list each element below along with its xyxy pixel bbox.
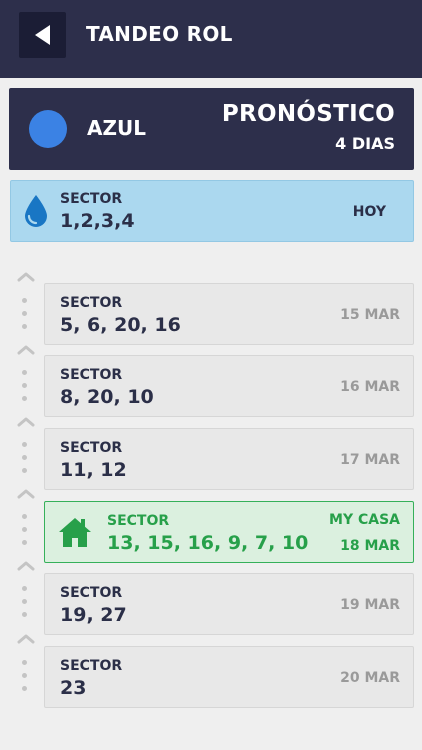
schedule-date: 16 MAR [340,379,400,395]
page-title: TANDEO ROL [86,22,233,46]
timeline-dots [22,514,28,553]
today-card[interactable]: SECTOR 1,2,3,4 HOY [10,180,414,242]
schedule-date: 17 MAR [340,452,400,468]
chevron-up-icon [17,634,35,644]
sector-label: SECTOR [60,295,123,311]
schedule-date: 19 MAR [340,597,400,613]
schedule-card[interactable]: SECTOR 11, 12 17 MAR [44,428,414,490]
schedule-date: 20 MAR [340,670,400,686]
sector-label: SECTOR [60,367,123,383]
color-indicator [29,110,67,148]
timeline-dots [22,660,28,699]
schedule-card[interactable]: SECTOR 23 20 MAR [44,646,414,708]
chevron-up-icon [17,417,35,427]
sector-label: SECTOR [60,585,123,601]
chevron-up-icon [17,489,35,499]
home-label: MY CASA [329,512,400,528]
chevron-up-icon [17,272,35,282]
timeline-dots [22,298,28,337]
water-drop-icon [25,195,47,227]
color-name: AZUL [87,116,146,140]
schedule-card[interactable]: SECTOR 8, 20, 10 16 MAR [44,355,414,417]
sector-label: SECTOR [60,658,123,674]
sector-numbers: 8, 20, 10 [60,386,154,408]
chevron-up-icon [17,345,35,355]
sector-numbers: 19, 27 [60,604,127,626]
home-icon [59,518,91,547]
back-button[interactable] [19,12,66,58]
schedule-date: 18 MAR [340,538,400,554]
sector-label: SECTOR [60,440,123,456]
sector-numbers: 5, 6, 20, 16 [60,314,181,336]
sector-label: SECTOR [107,513,170,529]
schedule-card[interactable]: SECTOR 19, 27 19 MAR [44,573,414,635]
chevron-up-icon [17,561,35,571]
schedule-date: 15 MAR [340,307,400,323]
home-schedule-card[interactable]: SECTOR 13, 15, 16, 9, 7, 10 MY CASA 18 M… [44,501,414,563]
timeline-dots [22,442,28,481]
sector-numbers: 11, 12 [60,459,127,481]
today-sector-label: SECTOR [60,191,123,207]
back-arrow-icon [34,25,50,45]
sector-numbers: 23 [60,677,87,699]
forecast-panel: AZUL PRONÓSTICO 4 DIAS [9,88,414,170]
today-sector-numbers: 1,2,3,4 [60,210,135,232]
forecast-title: PRONÓSTICO [221,101,395,127]
schedule-card[interactable]: SECTOR 5, 6, 20, 16 15 MAR [44,283,414,345]
timeline-dots [22,586,28,625]
sector-numbers: 13, 15, 16, 9, 7, 10 [107,532,309,554]
forecast-days: 4 DIAS [335,134,395,153]
timeline-dots [22,370,28,409]
today-label: HOY [352,204,386,220]
app-header: TANDEO ROL [0,0,422,78]
